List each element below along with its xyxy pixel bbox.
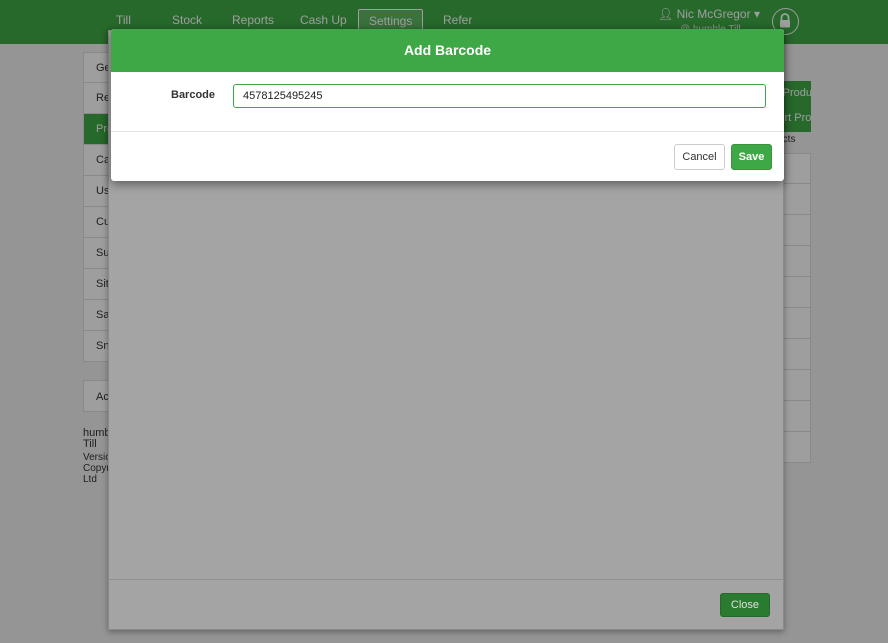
add-barcode-modal: Add Barcode Barcode Cancel Save bbox=[111, 29, 784, 181]
modal-footer: Cancel Save bbox=[111, 132, 784, 181]
barcode-input[interactable] bbox=[233, 84, 766, 108]
modal-title: Add Barcode bbox=[111, 29, 784, 72]
barcode-label: Barcode bbox=[171, 89, 216, 101]
save-button[interactable]: Save bbox=[731, 144, 772, 170]
modal-body: Barcode bbox=[111, 72, 784, 132]
cancel-button[interactable]: Cancel bbox=[674, 144, 725, 170]
product-modal-footer: Close bbox=[109, 579, 783, 629]
close-button[interactable]: Close bbox=[719, 593, 770, 617]
